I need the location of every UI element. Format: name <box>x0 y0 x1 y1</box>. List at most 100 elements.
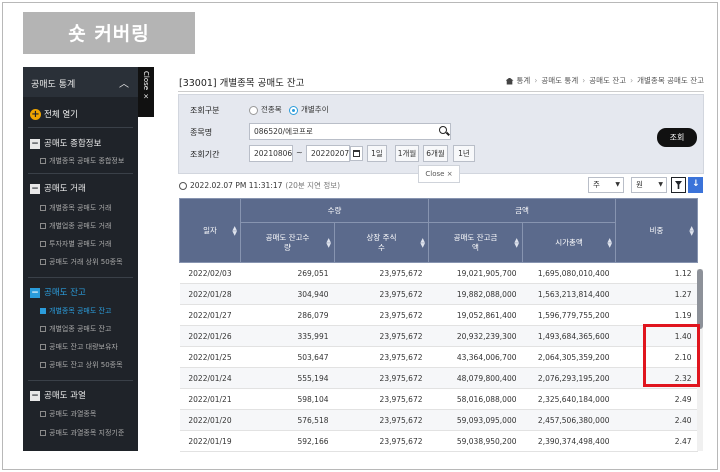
sidebar-item-active[interactable]: 개별종목 공매도 잔고 <box>40 306 111 316</box>
square-icon <box>40 326 46 332</box>
divider <box>28 173 133 174</box>
col-group-qty: 수량 <box>240 198 429 223</box>
minus-box-icon: − <box>30 287 40 298</box>
table-row: 2022/01/27 286,079 23,975,672 19,052,861,40… <box>179 304 698 326</box>
sidebar-item[interactable]: 공매도 과열종목 <box>40 409 96 419</box>
col-short-qty[interactable]: 공매도 잔고수량 ▲ ▼ <box>240 222 335 263</box>
table-row: 2022/01/21 598,104 23,975,672 58,016,088,00… <box>179 388 698 410</box>
cell-short-amt: 58,016,088,000 <box>428 388 523 410</box>
search-close-button[interactable]: Close × <box>418 165 460 183</box>
calendar-icon[interactable] <box>350 146 363 161</box>
date-to-input[interactable]: 20220207 <box>306 145 350 162</box>
radio-all[interactable]: 전종목 <box>249 104 282 115</box>
col-mcap[interactable]: 시가총액 ▲ ▼ <box>522 222 616 263</box>
sidebar: 공매도 통계 ︿ + 전체 열기 − 공매도 종합정보 개별종목 공매도 종합정보 … <box>23 67 138 451</box>
cell-short-amt: 19,882,088,000 <box>428 283 523 305</box>
sidebar-cat-balance[interactable]: − 공매도 잔고 <box>30 286 86 298</box>
home-icon[interactable] <box>505 77 514 85</box>
filter-button[interactable] <box>671 177 686 193</box>
cell-ratio: 2.47 <box>615 430 698 452</box>
cell-short-amt: 19,021,905,700 <box>428 262 523 284</box>
divider <box>178 91 704 92</box>
cell-mcap: 1,695,080,010,400 <box>522 262 616 284</box>
cell-date: 2022/01/21 <box>179 388 241 410</box>
cell-mcap: 2,076,293,195,200 <box>522 367 616 389</box>
sort-icon: ▲ ▼ <box>514 236 519 249</box>
cell-short-qty: 335,991 <box>240 325 335 347</box>
col-listed[interactable]: 상장 주식수 ▲ ▼ <box>334 222 429 263</box>
cell-mcap: 2,064,305,359,200 <box>522 346 616 368</box>
table-row: 2022/01/20 576,518 23,975,672 59,093,095,00… <box>179 409 698 431</box>
stock-label: 종목명 <box>190 128 213 137</box>
square-icon <box>40 308 46 314</box>
table-row: 2022/02/03 269,051 23,975,672 19,021,905,70… <box>179 262 698 284</box>
sidebar-cat-summary[interactable]: − 공매도 종합정보 <box>30 137 101 149</box>
period-1m-button[interactable]: 1개월 <box>395 145 419 162</box>
cell-short-qty: 598,104 <box>240 388 335 410</box>
cell-short-qty: 576,518 <box>240 409 335 431</box>
date-from-input[interactable]: 20210806 <box>249 145 293 162</box>
period-select[interactable]: 주 ▼ <box>588 177 624 193</box>
stock-input[interactable]: 086520/에코프로 <box>249 123 451 140</box>
cell-listed: 23,975,672 <box>334 388 429 410</box>
sidebar-item[interactable]: 투자자별 공매도 거래 <box>40 239 111 249</box>
cell-listed: 23,975,672 <box>334 367 429 389</box>
plus-circle-icon: + <box>30 109 41 120</box>
square-icon <box>40 362 46 368</box>
cell-ratio: 1.12 <box>615 262 698 284</box>
sidebar-cat-overheat[interactable]: − 공매도 과열 <box>30 389 86 401</box>
minus-box-icon: − <box>30 138 40 149</box>
sidebar-item[interactable]: 공매도 과열종목 지정기준 <box>40 428 124 438</box>
sidebar-cat-trading[interactable]: − 공매도 거래 <box>30 182 86 194</box>
radio-trend[interactable]: 개별추이 <box>289 104 329 115</box>
sort-icon: ▲ ▼ <box>420 236 425 249</box>
cell-short-qty: 592,166 <box>240 430 335 452</box>
unit-select[interactable]: 원 ▼ <box>631 177 667 193</box>
sidebar-item[interactable]: 개별종목 공매도 거래 <box>40 203 111 213</box>
chevron-down-icon: ▼ <box>658 181 663 188</box>
cell-mcap: 1,493,684,365,600 <box>522 325 616 347</box>
cell-ratio: 1.19 <box>615 304 698 326</box>
table-scroll-thumb[interactable] <box>697 269 703 329</box>
search-icon[interactable] <box>439 126 447 134</box>
sidebar-title: 공매도 통계 <box>31 80 76 90</box>
table-row: 2022/01/28 304,940 23,975,672 19,882,088,00… <box>179 283 698 305</box>
col-date[interactable]: 일자 ▲ ▼ <box>179 198 241 263</box>
query-button[interactable]: 조회 <box>657 128 697 147</box>
cell-date: 2022/01/26 <box>179 325 241 347</box>
sidebar-item[interactable]: 공매도 잔고 대량보유자 <box>40 342 118 352</box>
expand-all-button[interactable]: + 전체 열기 <box>30 108 78 120</box>
short-balance-table: 일자 ▲ ▼ 수량 금액 비중 ▲ ▼ 공매도 잔고수량 ▲ ▼ 상장 주식수 ▲ ▼ 공매도 … <box>179 198 698 452</box>
cell-date: 2022/02/03 <box>179 262 241 284</box>
sidebar-item[interactable]: 개별종목 공매도 종합정보 <box>40 156 124 166</box>
table-row: 2022/01/19 592,166 23,975,672 59,038,950,20… <box>179 430 698 452</box>
period-6m-button[interactable]: 6개월 <box>423 145 448 162</box>
cell-date: 2022/01/24 <box>179 367 241 389</box>
period-label: 조회기간 <box>190 150 220 159</box>
main-panel: [33001] 개별종목 공매도 잔고 통계 › 공매도 통계 › 공매도 잔고 › 개별종… <box>172 67 710 452</box>
sidebar-item[interactable]: 개별업종 공매도 잔고 <box>40 324 111 334</box>
clock-icon <box>179 182 187 190</box>
sidebar-item[interactable]: 개별업종 공매도 거래 <box>40 221 111 231</box>
period-1d-button[interactable]: 1일 <box>367 145 387 162</box>
page-title: [33001] 개별종목 공매도 잔고 <box>179 78 305 89</box>
square-icon <box>40 259 46 265</box>
cell-mcap: 2,457,506,380,000 <box>522 409 616 431</box>
sidebar-item[interactable]: 공매도 잔고 상위 50종목 <box>40 360 123 370</box>
sidebar-header[interactable]: 공매도 통계 ︿ <box>23 67 138 97</box>
cell-short-qty: 269,051 <box>240 262 335 284</box>
download-button[interactable]: ↓ <box>688 177 703 193</box>
divider <box>28 127 133 128</box>
col-ratio[interactable]: 비중 ▲ ▼ <box>615 198 698 263</box>
cell-ratio: 2.49 <box>615 388 698 410</box>
chevron-up-icon[interactable]: ︿ <box>119 75 129 90</box>
sidebar-close-tab[interactable]: Close × <box>138 67 154 117</box>
period-1y-button[interactable]: 1년 <box>453 145 475 162</box>
minus-box-icon: − <box>30 390 40 401</box>
sidebar-item[interactable]: 공매도 거래 상위 50종목 <box>40 257 123 267</box>
square-icon <box>40 344 46 350</box>
range-tilde: ~ <box>296 148 303 157</box>
cell-short-qty: 286,079 <box>240 304 335 326</box>
col-group-amt: 금액 <box>428 198 616 223</box>
col-short-amt[interactable]: 공매도 잔고금액 ▲ ▼ <box>428 222 523 263</box>
